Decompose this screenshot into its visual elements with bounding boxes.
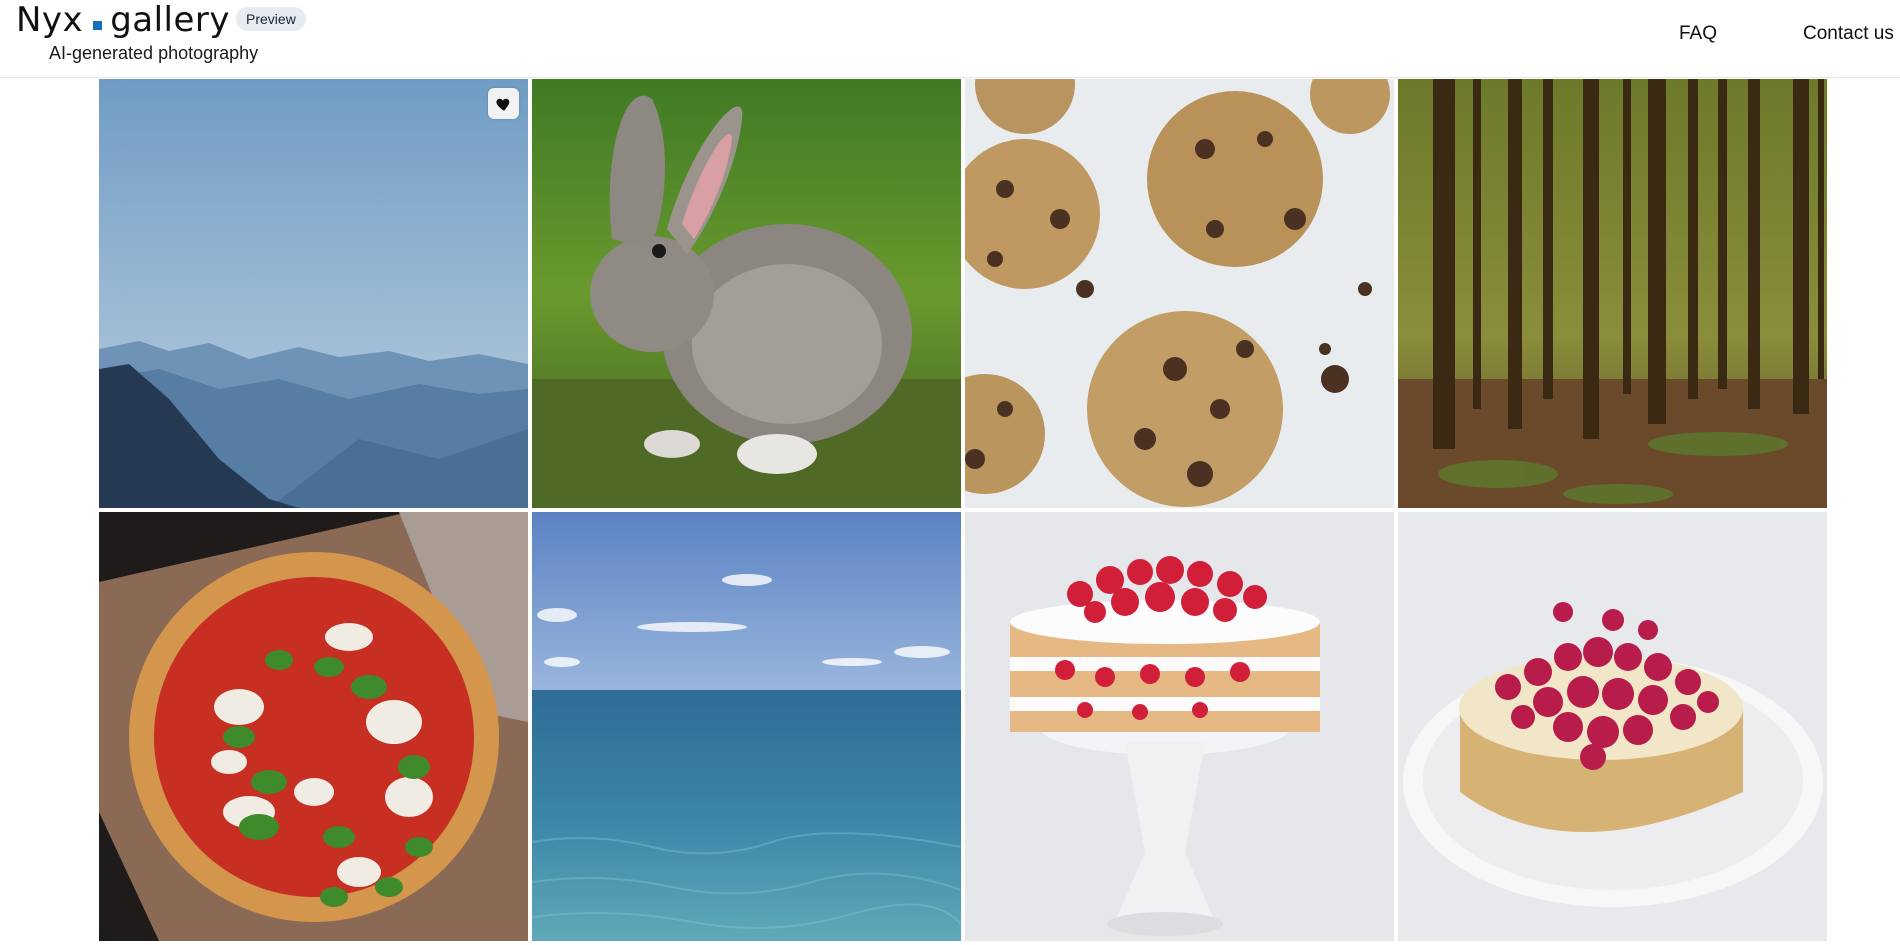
gallery-grid (99, 79, 1829, 941)
gallery-image-cookies[interactable] (965, 79, 1394, 508)
logo-right-text: gallery (110, 0, 231, 40)
gallery-image-raspberry-cheesecake[interactable] (1398, 512, 1827, 941)
logo-left-text: Nyx (16, 0, 84, 40)
ocean-image (532, 512, 961, 941)
pizza-image (99, 512, 528, 941)
site-header: Nyx gallery Preview AI-generated photogr… (0, 0, 1900, 78)
tagline: AI-generated photography (49, 43, 259, 63)
preview-badge: Preview (236, 7, 306, 31)
gallery-image-mountains[interactable] (99, 79, 528, 508)
gallery-image-ocean[interactable] (532, 512, 961, 941)
gallery-image-forest[interactable] (1398, 79, 1827, 508)
nav-faq-link[interactable]: FAQ (1679, 23, 1717, 45)
raspberry-cheesecake-image (1398, 512, 1827, 941)
heart-icon (495, 98, 509, 111)
mountains-image (99, 79, 528, 508)
brand[interactable]: Nyx gallery Preview AI-generated photogr… (16, 0, 306, 63)
logo[interactable]: Nyx gallery Preview (16, 0, 306, 40)
gallery-image-strawberry-cake[interactable] (965, 512, 1394, 941)
gallery-image-rabbit[interactable] (532, 79, 961, 508)
strawberry-cake-image (965, 512, 1394, 941)
favorite-button[interactable] (488, 88, 519, 119)
logo-dot-icon (93, 20, 103, 30)
gallery-image-pizza[interactable] (99, 512, 528, 941)
rabbit-image (532, 79, 961, 508)
cookies-image (965, 79, 1394, 508)
nav-contact-link[interactable]: Contact us (1803, 23, 1894, 45)
forest-image (1398, 79, 1827, 508)
